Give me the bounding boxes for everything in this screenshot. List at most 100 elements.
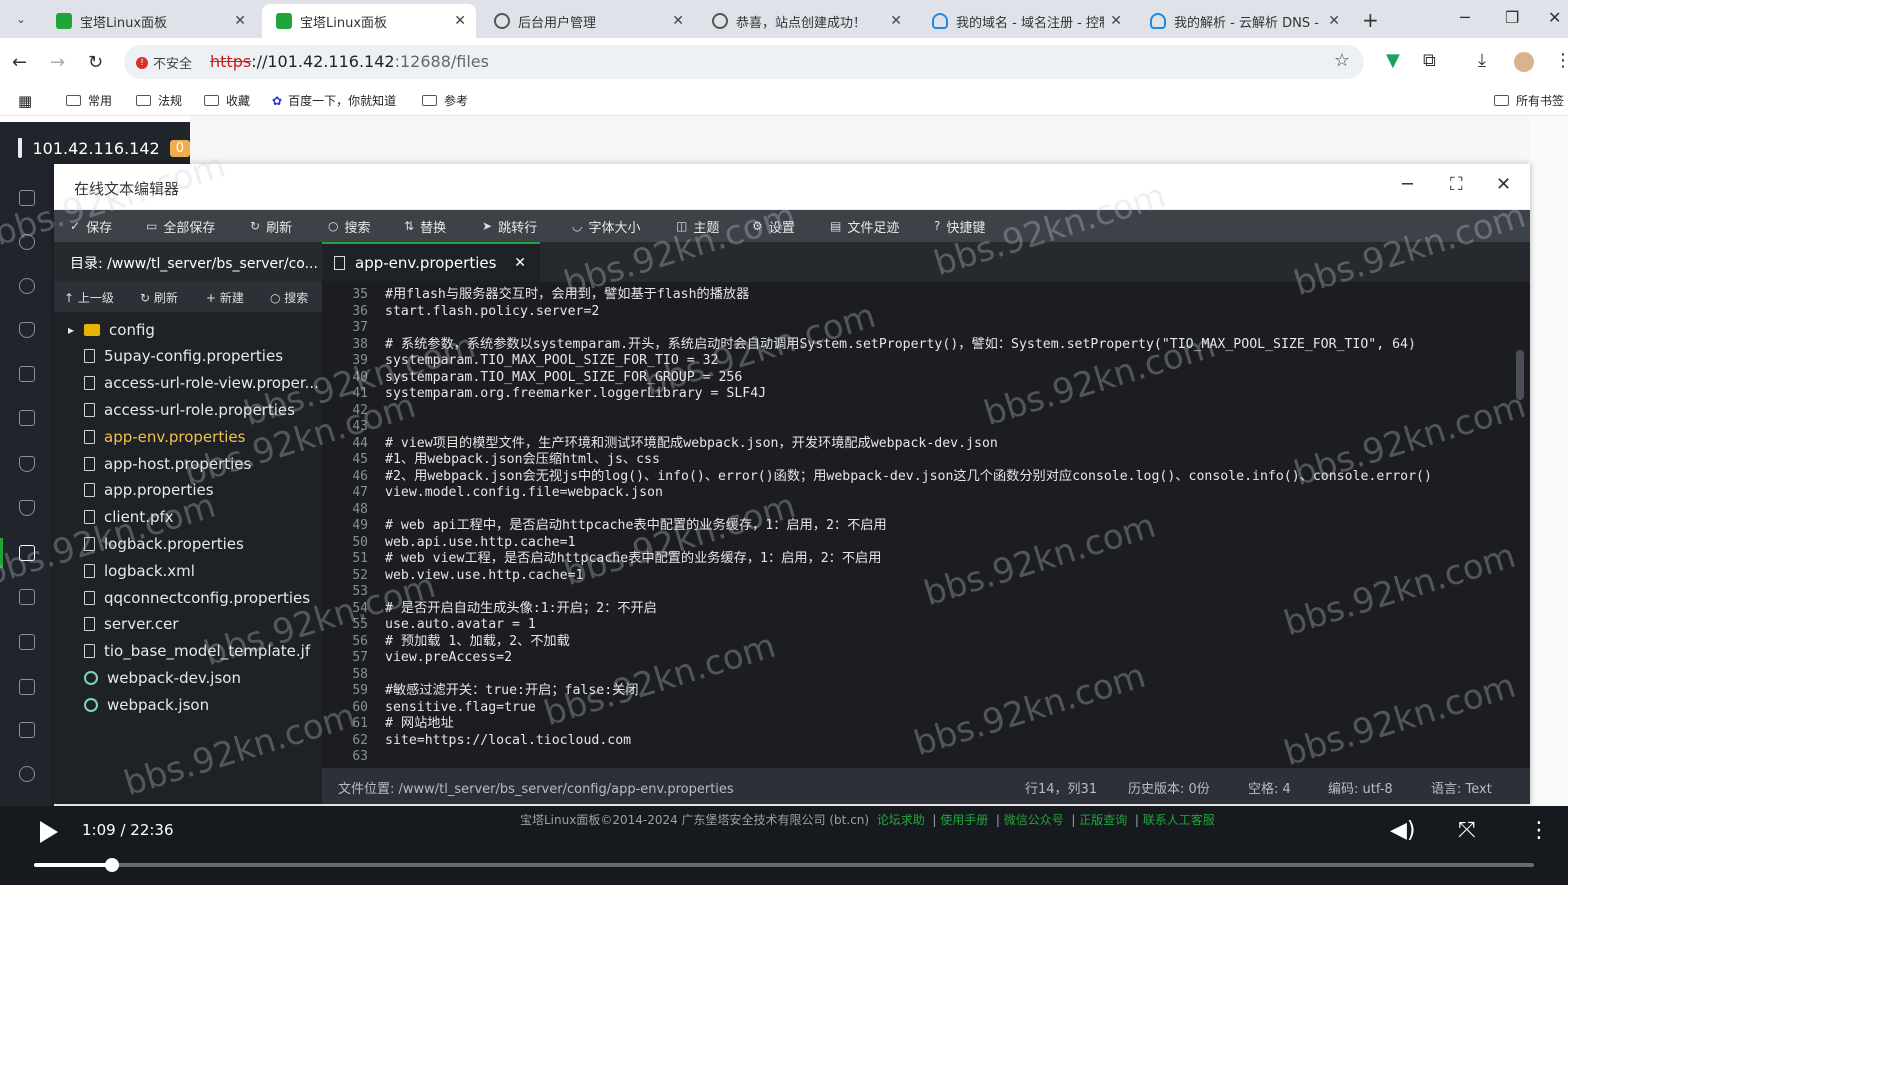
video-progress-knob[interactable] xyxy=(104,858,119,872)
tab-search-icon[interactable]: ⌄ xyxy=(8,7,34,31)
code-line[interactable]: site=https://local.tiocloud.com xyxy=(385,733,631,750)
close-window-icon[interactable]: ✕ xyxy=(1548,8,1561,27)
home-icon[interactable] xyxy=(19,190,35,206)
close-file-tab-icon[interactable]: ✕ xyxy=(514,255,526,271)
shortcuts-button[interactable]: ? 快捷键 xyxy=(934,210,985,242)
code-line[interactable]: start.flash.policy.server=2 xyxy=(385,304,599,321)
browser-tab[interactable]: 宝塔Linux面板 ✕ xyxy=(42,4,256,38)
editor-file-tab[interactable]: app-env.properties ✕ xyxy=(322,242,540,282)
file-item[interactable]: access-url-role-view.proper... xyxy=(54,370,322,397)
file-item[interactable]: app-host.properties xyxy=(54,450,322,477)
code-line[interactable]: # 是否开启自动生成头像:1:开启；2：不开启 xyxy=(385,601,657,618)
logs-icon[interactable] xyxy=(19,589,35,605)
video-progress-bar[interactable] xyxy=(34,858,1534,872)
bookmark-folder[interactable]: 法规 xyxy=(136,92,182,109)
save-button[interactable]: ✓ 保存 xyxy=(70,210,112,242)
file-item[interactable]: app.properties xyxy=(54,477,322,504)
code-line[interactable]: web.view.use.http.cache=1 xyxy=(385,568,584,585)
browser-tab[interactable]: 恭喜，站点创建成功！ ✕ xyxy=(698,4,912,38)
bookmark-folder[interactable]: 参考 xyxy=(422,92,468,109)
file-item[interactable]: webpack.json xyxy=(54,691,322,718)
files-folder-icon[interactable] xyxy=(19,545,35,561)
browser-tab-active[interactable]: 宝塔Linux面板 ✕ xyxy=(262,4,476,38)
close-tab-icon[interactable]: ✕ xyxy=(1328,13,1340,29)
code-line[interactable]: # 系统参数，系统参数以systemparam.开头，系统启动时会自动调用Sys… xyxy=(385,337,1416,354)
profile-avatar[interactable] xyxy=(1514,52,1534,72)
code-line[interactable]: # web view工程，是否启动httpcache表中配置的业务缓存，1：启用… xyxy=(385,551,881,568)
code-line[interactable]: # 预加载 1、加载，2、不加载 xyxy=(385,634,570,651)
close-tab-icon[interactable]: ✕ xyxy=(890,13,902,29)
file-item[interactable]: logback.properties xyxy=(54,530,322,557)
code-line[interactable]: view.preAccess=2 xyxy=(385,650,512,667)
file-item[interactable]: access-url-role.properties xyxy=(54,396,322,423)
player-menu-icon[interactable]: ⋮ xyxy=(1528,818,1550,843)
settings-button[interactable]: ⚙ 设置 xyxy=(752,210,795,242)
code-area[interactable]: 35 36 37 38 39 40 41 42 43 44 45 46 47 48 49 50 51 52 53 54… xyxy=(322,282,1530,768)
code-line[interactable]: # 网站地址 xyxy=(385,716,454,733)
search-file-button[interactable]: ○ 搜索 xyxy=(270,289,308,306)
forward-icon[interactable]: → xyxy=(50,52,65,73)
file-item[interactable]: logback.xml xyxy=(54,557,322,584)
bookmark-folder[interactable]: 收藏 xyxy=(204,92,250,109)
file-history-button[interactable]: ▤ 文件足迹 xyxy=(830,210,899,242)
expand-arrow-icon[interactable]: ▸ xyxy=(68,323,74,337)
status-history[interactable]: 历史版本: 0份 xyxy=(1128,778,1210,797)
close-tab-icon[interactable]: ✕ xyxy=(1110,13,1122,29)
bookmark-folder[interactable]: 常用 xyxy=(66,92,112,109)
security-shield-icon[interactable] xyxy=(19,456,35,472)
all-bookmarks-folder[interactable]: 所有书签 xyxy=(1494,92,1564,109)
code-line[interactable]: #1、用webpack.json会压缩html、js、css xyxy=(385,452,660,469)
extension-v-icon[interactable]: ▼ xyxy=(1386,50,1400,71)
terminal-icon[interactable] xyxy=(19,634,35,650)
download-icon[interactable]: ⤓ xyxy=(1478,50,1486,71)
status-encoding[interactable]: 编码: utf-8 xyxy=(1328,778,1393,797)
save-all-button[interactable]: ▭ 全部保存 xyxy=(146,210,215,242)
parent-dir-button[interactable]: ↑ 上一级 xyxy=(64,289,114,306)
file-item[interactable]: client.pfx xyxy=(54,504,322,531)
apps-grid-icon[interactable]: ▦ xyxy=(18,92,32,110)
code-line[interactable]: #2、用webpack.json会无视js中的log()、info()、erro… xyxy=(385,469,1432,486)
address-bar[interactable]: ! 不安全 https://101.42.116.142:12688/files … xyxy=(124,45,1364,79)
back-icon[interactable]: ← xyxy=(12,52,27,73)
footer-link[interactable]: 正版查询 xyxy=(1079,813,1127,827)
file-item[interactable]: 5upay-config.properties xyxy=(54,343,322,370)
app-store-icon[interactable] xyxy=(19,722,35,738)
minimize-window-icon[interactable]: ─ xyxy=(1460,8,1470,27)
file-item[interactable]: app-env.properties xyxy=(54,423,322,450)
footer-link[interactable]: 论坛求助 xyxy=(877,813,925,827)
code-line[interactable]: systemparam.TIO_MAX_POOL_SIZE_FOR_TIO = … xyxy=(385,353,718,370)
settings-gear-icon[interactable] xyxy=(19,766,35,782)
browser-tab[interactable]: 我的解析 - 云解析 DNS - 控 ✕ xyxy=(1136,4,1350,38)
waf-icon[interactable] xyxy=(19,500,35,516)
code-line[interactable]: # view项目的模型文件，生产环境和测试环境配成webpack.json，开发… xyxy=(385,436,998,453)
browser-menu-icon[interactable]: ⋮ xyxy=(1554,50,1572,71)
code-line[interactable]: systemparam.TIO_MAX_POOL_SIZE_FOR_GROUP … xyxy=(385,370,742,387)
fullscreen-icon[interactable]: ⛶ xyxy=(1450,174,1463,195)
status-language[interactable]: 语言: Text xyxy=(1431,778,1492,797)
folder-item[interactable]: ▸ config xyxy=(54,316,322,343)
status-cursor[interactable]: 行14，列31 xyxy=(1025,778,1097,797)
security-indicator[interactable]: ! 不安全 xyxy=(136,53,192,72)
close-tab-icon[interactable]: ✕ xyxy=(234,13,246,29)
file-item[interactable]: qqconnectconfig.properties xyxy=(54,584,322,611)
close-tab-icon[interactable]: ✕ xyxy=(454,13,466,29)
code-line[interactable]: #用flash与服务器交互时，会用到，譬如基于flash的播放器 xyxy=(385,287,749,304)
theme-button[interactable]: ◫ 主题 xyxy=(676,210,719,242)
new-tab-icon[interactable]: + xyxy=(1362,8,1379,32)
browser-tab[interactable]: 我的域名 - 域名注册 - 控制 ✕ xyxy=(918,4,1132,38)
reload-icon[interactable]: ↻ xyxy=(88,52,103,73)
font-size-button[interactable]: ◡ 字体大小 xyxy=(572,210,641,242)
bookmark-star-icon[interactable]: ☆ xyxy=(1334,50,1350,71)
status-indent[interactable]: 空格: 4 xyxy=(1248,778,1291,797)
footer-link[interactable]: 联系人工客服 xyxy=(1143,813,1215,827)
close-dialog-icon[interactable]: ✕ xyxy=(1496,174,1511,195)
code-line[interactable]: #敏感过滤开关：true:开启；false:关闭 xyxy=(385,683,639,700)
browser-tab[interactable]: 后台用户管理 ✕ xyxy=(480,4,694,38)
extensions-puzzle-icon[interactable]: ⧉ xyxy=(1423,50,1436,71)
footer-link[interactable]: 微信公众号 xyxy=(1004,813,1064,827)
website-globe-icon[interactable] xyxy=(19,234,35,250)
footer-link[interactable]: 使用手册 xyxy=(940,813,988,827)
replace-button[interactable]: ⇅ 替换 xyxy=(404,210,446,242)
docker-icon[interactable] xyxy=(19,366,35,382)
file-item[interactable]: tio_base_model_template.jf xyxy=(54,638,322,665)
